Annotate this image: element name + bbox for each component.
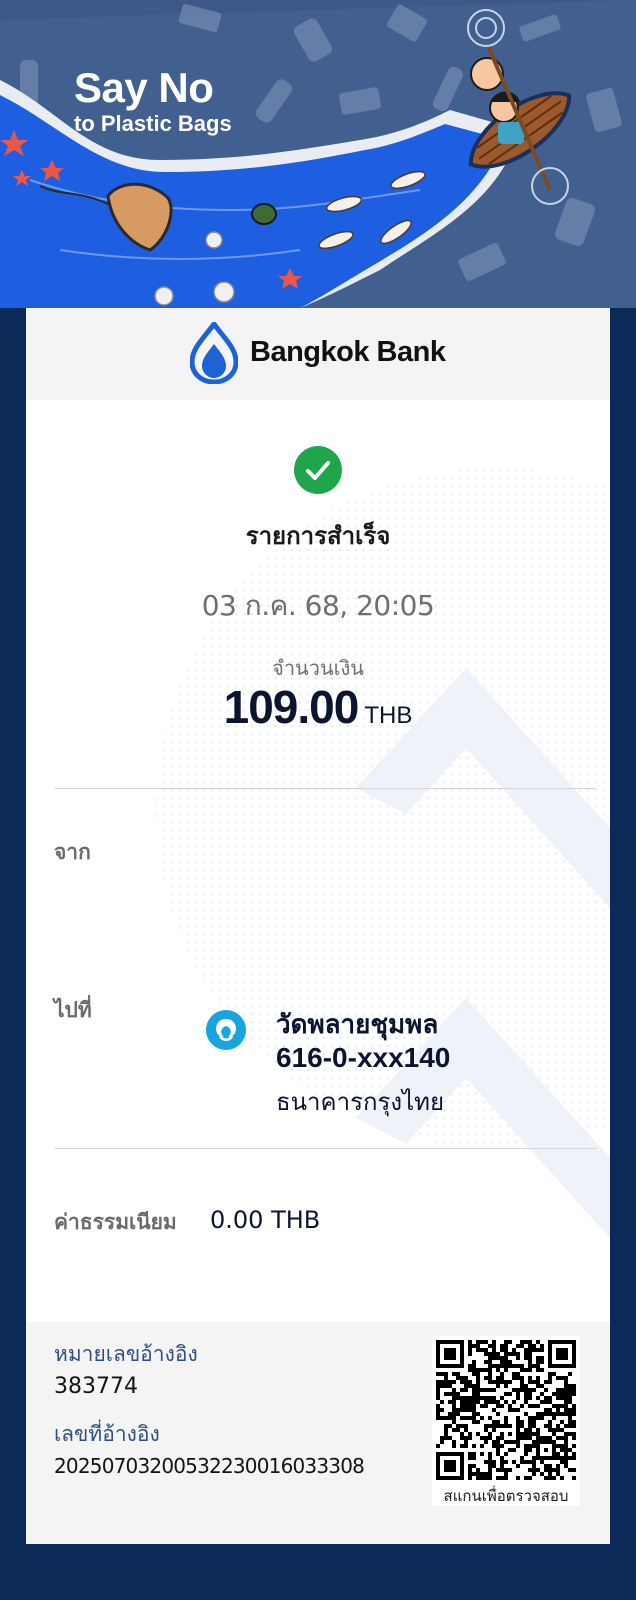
promo-banner[interactable]: Say No to Plastic Bags (0, 0, 636, 308)
qr-caption: สแกนเพื่อตรวจสอบ (443, 1487, 569, 1505)
reference-id-value: 20250703200532230016033308 (54, 1454, 365, 1478)
recipient-account: 616-0-xxx140 (276, 1042, 451, 1073)
brand-header: Bangkok Bank (26, 308, 610, 400)
divider (54, 1148, 596, 1149)
transaction-status: รายการสำเร็จ (245, 522, 391, 550)
qr-code-icon (436, 1340, 576, 1480)
recipient-name: วัดพลายชุมพล (276, 1010, 439, 1040)
bank-name: Bangkok Bank (250, 336, 446, 368)
reference-number-value: 383774 (54, 1374, 138, 1399)
fee-value: 0.00 THB (210, 1206, 321, 1234)
recipient-bank: ธนาคารกรุงไทย (276, 1088, 445, 1116)
reference-footer: หมายเลขอ้างอิง 383774 เลขที่อ้างอิง 2025… (26, 1322, 610, 1544)
banner-title: Say No (74, 64, 214, 111)
transaction-datetime: 03 ก.ค. 68, 20:05 (201, 589, 435, 622)
reference-id-label: เลขที่อ้างอิง (54, 1422, 160, 1446)
amount-currency: THB (364, 702, 413, 729)
banner-subtitle: to Plastic Bags (74, 111, 232, 136)
fee-label: ค่าธรรมเนียม (54, 1210, 177, 1234)
divider (54, 788, 596, 789)
bangkok-bank-logo-icon (190, 322, 238, 384)
success-check-icon (294, 446, 342, 494)
from-label: จาก (54, 840, 91, 864)
amount-row: 109.00 THB (26, 680, 610, 734)
amount-value: 109.00 (223, 681, 360, 733)
transfer-receipt: Bangkok Bank รายการสำเร็จ 03 ก.ค. 68, 20… (26, 308, 610, 1544)
krungthai-bank-icon (206, 1010, 246, 1050)
verification-qr-code[interactable]: สแกนเพื่อตรวจสอบ (432, 1336, 580, 1506)
reference-number-label: หมายเลขอ้างอิง (54, 1342, 198, 1366)
ocean-illustration (0, 0, 636, 308)
to-label: ไปที่ (54, 998, 92, 1022)
